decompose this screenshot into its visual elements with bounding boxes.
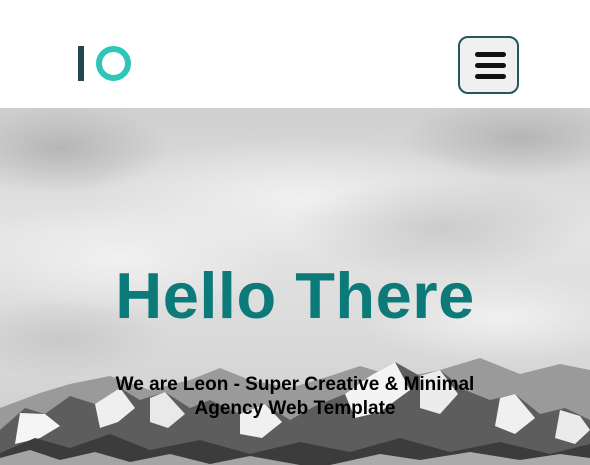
hero-title: Hello There bbox=[115, 259, 475, 332]
hero-section: Hello There We are Leon - Super Creative… bbox=[0, 108, 590, 465]
hamburger-icon bbox=[475, 52, 506, 57]
page: Hello There We are Leon - Super Creative… bbox=[0, 0, 590, 465]
hero-subtitle: We are Leon - Super Creative & Minimal A… bbox=[115, 374, 475, 419]
hamburger-icon-line bbox=[475, 74, 506, 79]
hamburger-icon-line bbox=[475, 63, 506, 68]
menu-button[interactable] bbox=[458, 36, 519, 94]
logo-bar bbox=[78, 46, 84, 81]
logo[interactable] bbox=[78, 46, 134, 84]
logo-ring bbox=[96, 46, 131, 81]
site-header bbox=[0, 0, 590, 108]
